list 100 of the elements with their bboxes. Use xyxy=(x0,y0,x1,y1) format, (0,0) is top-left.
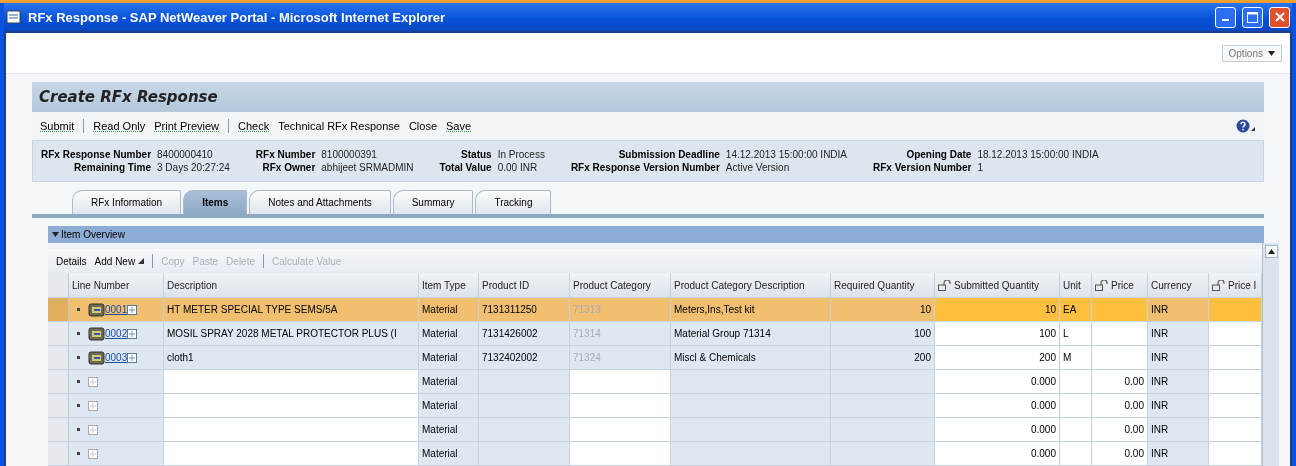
table-cell: INR xyxy=(1148,394,1209,417)
table-cell: MOSIL SPRAY 2028 METAL PROTECTOR PLUS (I xyxy=(164,322,419,345)
document-icon xyxy=(88,302,105,317)
table-cell: INR xyxy=(1148,322,1209,345)
up-arrow-icon xyxy=(1267,249,1275,254)
column-header[interactable]: Required Quantity xyxy=(831,273,935,297)
detail-icon[interactable] xyxy=(127,352,138,363)
table-cell: L xyxy=(1060,322,1092,345)
close-button[interactable] xyxy=(1269,6,1290,28)
column-header[interactable]: Product ID xyxy=(479,273,570,297)
table-cell: 7131311250 xyxy=(479,298,570,321)
column-header[interactable]: Price xyxy=(1092,273,1148,297)
tab[interactable]: Items xyxy=(183,190,248,214)
tab[interactable]: RFx Information xyxy=(72,190,182,214)
table-cell: Material xyxy=(419,370,479,393)
line-number-link[interactable]: 0002 xyxy=(105,328,128,339)
row-selector[interactable] xyxy=(48,322,69,345)
column-header[interactable]: Currency xyxy=(1148,273,1209,297)
detail-icon[interactable] xyxy=(127,328,138,339)
column-header[interactable]: Product Category Description xyxy=(671,273,831,297)
select-all-cell[interactable] xyxy=(48,273,69,297)
field-value: abhijeet SRMADMIN xyxy=(321,162,415,173)
browser-icon xyxy=(6,9,22,25)
table-cell: 71324 xyxy=(570,346,671,369)
table-cell: 200 xyxy=(935,346,1060,369)
maximize-icon xyxy=(1247,11,1258,23)
minimize-button[interactable] xyxy=(1215,6,1236,28)
table-cell: Miscl & Chemicals xyxy=(671,346,831,369)
tab[interactable]: Summary xyxy=(392,190,474,214)
table-cell: 0.000 xyxy=(935,418,1060,441)
help-icon[interactable] xyxy=(1236,119,1256,133)
detail-icon[interactable] xyxy=(127,304,138,315)
table-cell: 0.000 xyxy=(935,442,1060,465)
toolbar-link[interactable]: Print Preview xyxy=(154,120,220,132)
table-cell: Material xyxy=(419,394,479,417)
line-number-link[interactable]: 0003 xyxy=(105,352,128,363)
table-cell: 10 xyxy=(831,298,935,321)
line-number-link[interactable]: 0001 xyxy=(105,304,128,315)
table-cell: 0.000 xyxy=(935,394,1060,417)
bullet-icon xyxy=(77,404,80,407)
field-label: RFx Number xyxy=(255,149,316,160)
document-icon xyxy=(88,350,105,365)
table-cell: Material xyxy=(419,418,479,441)
section-header[interactable]: Item Overview xyxy=(48,226,1264,243)
table-cell: INR xyxy=(1148,442,1209,465)
row-selector[interactable] xyxy=(48,418,69,441)
table-cell: INR xyxy=(1148,370,1209,393)
table-cell: EA xyxy=(1060,298,1092,321)
detail-icon[interactable] xyxy=(88,424,98,435)
table-cell: 200 xyxy=(831,346,935,369)
row-selector[interactable] xyxy=(48,346,69,369)
row-selector[interactable] xyxy=(48,442,69,465)
bullet-icon xyxy=(77,332,80,335)
row-selector[interactable] xyxy=(48,298,69,321)
field-label: RFx Version Number xyxy=(873,162,972,173)
detail-icon[interactable] xyxy=(88,400,98,411)
column-header[interactable]: Description xyxy=(164,273,419,297)
tab[interactable]: Tracking xyxy=(475,190,552,214)
detail-icon[interactable] xyxy=(88,448,98,459)
toolbar-button[interactable]: Add New xyxy=(94,255,145,267)
page-title: Create RFx Response xyxy=(32,82,1264,112)
table-cell: M xyxy=(1060,346,1092,369)
table-cell: 0.00 xyxy=(1092,370,1148,393)
toolbar-link[interactable]: Submit xyxy=(40,120,75,132)
options-button[interactable]: Options xyxy=(1221,44,1282,62)
caret-icon xyxy=(1268,50,1275,56)
column-header[interactable]: Line Number xyxy=(69,273,164,297)
column-header[interactable]: Submitted Quantity xyxy=(935,273,1060,297)
row-selector[interactable] xyxy=(48,370,69,393)
bullet-icon xyxy=(77,452,80,455)
field-label: RFx Response Version Number xyxy=(570,162,720,173)
maximize-button[interactable] xyxy=(1242,6,1263,28)
table-cell: 0.00 xyxy=(1092,442,1148,465)
field-value: 1 xyxy=(977,162,984,173)
table-cell: INR xyxy=(1148,298,1209,321)
tab[interactable]: Notes and Attachments xyxy=(249,190,391,214)
table-cell: HT METER SPECIAL TYPE SEMS/5A xyxy=(164,298,419,321)
toolbar-button[interactable]: Technical RFx Response xyxy=(278,120,400,132)
scroll-up-button[interactable] xyxy=(1264,245,1278,258)
toolbar-link[interactable]: Check xyxy=(238,120,270,132)
field-value: 8400000410 xyxy=(157,149,214,160)
table-cell: 100 xyxy=(831,322,935,345)
field-label: RFx Response Number xyxy=(41,149,152,160)
row-selector[interactable] xyxy=(48,394,69,417)
toolbar-button[interactable]: Details xyxy=(56,255,87,267)
toolbar-button[interactable]: Close xyxy=(408,120,437,132)
toolbar-link[interactable]: Save xyxy=(446,120,472,132)
table-cell: 0.000 xyxy=(935,370,1060,393)
column-header[interactable]: Unit xyxy=(1060,273,1092,297)
window-title: RFx Response - SAP NetWeaver Portal - Microsoft Internet Explorer xyxy=(28,9,447,25)
toolbar-link[interactable]: Read Only xyxy=(93,120,146,132)
field-label: Total Value xyxy=(439,162,492,173)
detail-icon[interactable] xyxy=(88,376,98,387)
column-header[interactable]: Item Type xyxy=(419,273,479,297)
field-label: Status xyxy=(460,149,492,160)
table-cell: Material Group 71314 xyxy=(671,322,831,345)
table-cell: Material xyxy=(419,442,479,465)
scrollbar[interactable] xyxy=(1262,243,1279,466)
column-header[interactable]: Product Category xyxy=(570,273,671,297)
close-icon xyxy=(1274,12,1285,22)
